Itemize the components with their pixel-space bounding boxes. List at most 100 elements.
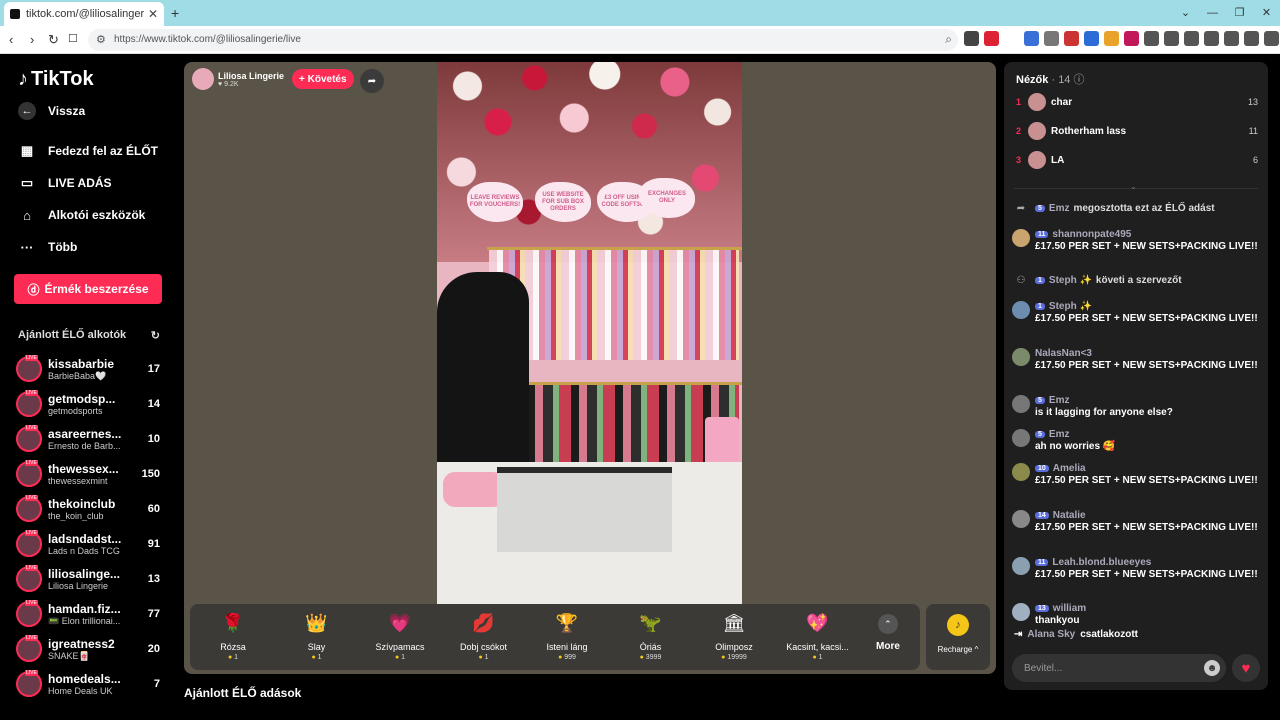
new-tab-button[interactable]: + [171, 5, 179, 21]
recharge-button[interactable]: ♪ Recharge ^ [926, 604, 990, 670]
creator-avatar[interactable]: LIVE [16, 495, 42, 522]
chat-username[interactable]: Emz [1049, 395, 1070, 406]
creator-name[interactable]: asareernes... [48, 427, 144, 441]
hls-extension-icon[interactable] [1064, 31, 1079, 46]
chat-username[interactable]: Amelia [1053, 463, 1086, 474]
chat-avatar[interactable] [1012, 429, 1030, 447]
top-viewer-row[interactable]: 2 Rotherham lass 11 [1016, 120, 1258, 142]
sidebar-toggle-icon[interactable] [1184, 31, 1199, 46]
gift-item[interactable]: 🌹 Rózsa 1 [194, 608, 272, 661]
top-viewer-row[interactable]: 3 LA 6 [1016, 149, 1258, 171]
creator-avatar[interactable]: LIVE [16, 390, 42, 417]
reload-button[interactable]: ↻ [48, 32, 59, 48]
wallet-extension-icon[interactable] [1204, 31, 1219, 46]
chat-avatar[interactable] [1012, 557, 1030, 575]
viewer-name[interactable]: char [1051, 97, 1248, 108]
creator-name[interactable]: liliosalinge... [48, 567, 144, 581]
zoom-icon[interactable]: ⌕ [945, 32, 952, 47]
creator-name[interactable]: getmodsp... [48, 392, 144, 406]
forward-button[interactable]: › [30, 32, 34, 47]
nav-explore-live[interactable]: ▦ Fedezd fel az ÉLŐT [18, 142, 158, 160]
chat-avatar[interactable] [1012, 229, 1030, 247]
browser-tab[interactable]: tiktok.com/@liliosalingerie/li ✕ [4, 2, 164, 26]
viewer-avatar[interactable] [1028, 122, 1046, 140]
chat-avatar[interactable] [1012, 463, 1030, 481]
u-extension-icon[interactable] [1124, 31, 1139, 46]
share-icon[interactable]: ➦ [360, 69, 384, 93]
nav-creator-tools[interactable]: ⌂ Alkotói eszközök [18, 206, 145, 224]
creator-avatar[interactable]: LIVE [16, 355, 42, 382]
more-gifts-button[interactable]: ⌃ More [876, 614, 900, 652]
bookmark-icon[interactable]: ☐ [68, 32, 78, 45]
tools-extension-icon[interactable] [1044, 31, 1059, 46]
nav-live-stream[interactable]: ▭ LIVE ADÁS [18, 174, 112, 192]
creator-name[interactable]: thewessex... [48, 462, 138, 476]
site-info-icon[interactable]: ⚙ [96, 33, 106, 46]
chat-username[interactable]: Emz [1049, 203, 1070, 214]
creator-avatar[interactable]: LIVE [16, 670, 42, 697]
follow-button[interactable]: + Követés [292, 69, 354, 89]
nav-more[interactable]: ··· Több [18, 238, 78, 256]
window-dropdown-icon[interactable]: ⌄ [1172, 0, 1199, 26]
gift-item[interactable]: 💋 Dobj csókot 1 [445, 608, 523, 661]
heart-like-button[interactable]: ♥ [1232, 654, 1260, 682]
chat-avatar[interactable] [1012, 510, 1030, 528]
back-link[interactable]: ← Vissza [18, 102, 85, 120]
chat-username[interactable]: Steph ✨ [1049, 275, 1092, 286]
recommended-creator-item[interactable]: LIVE hamdan.fiz... 📟 Elon trillionai... 77 [16, 598, 160, 630]
creator-avatar[interactable]: LIVE [16, 600, 42, 627]
restore-button[interactable]: ❐ [1226, 0, 1253, 26]
chat-avatar[interactable] [1012, 348, 1030, 366]
chat-username[interactable]: NalasNan<3 [1035, 348, 1092, 359]
join-username[interactable]: Alana Sky [1027, 629, 1075, 640]
creator-name[interactable]: hamdan.fiz... [48, 602, 144, 616]
get-coins-button[interactable]: ⓓ Érmék beszerzése [14, 274, 162, 304]
back-button[interactable]: ‹ [9, 32, 13, 47]
creator-avatar[interactable]: LIVE [16, 565, 42, 592]
chat-username[interactable]: william [1053, 603, 1086, 614]
gift-item[interactable]: 👑 Slay 1 [278, 608, 356, 661]
shield-extension-icon[interactable] [964, 31, 979, 46]
viewer-avatar[interactable] [1028, 151, 1046, 169]
host-info[interactable]: Liliosa Lingerie ♥ 9.2K + Követés [192, 68, 354, 90]
recommended-creator-item[interactable]: LIVE thewessex... thewessexmint 150 [16, 458, 160, 490]
top-viewer-row[interactable]: 1 char 13 [1016, 91, 1258, 113]
chat-username[interactable]: Steph ✨ [1049, 301, 1092, 312]
viewer-name[interactable]: Rotherham lass [1051, 126, 1249, 137]
chat-avatar[interactable] [1012, 603, 1030, 621]
viewer-avatar[interactable] [1028, 93, 1046, 111]
host-name[interactable]: Liliosa Lingerie [218, 71, 284, 81]
translate-extension-icon[interactable] [1024, 31, 1039, 46]
creator-avatar[interactable]: LIVE [16, 425, 42, 452]
host-avatar[interactable] [192, 68, 214, 90]
recommended-creator-item[interactable]: LIVE liliosalinge... Liliosa Lingerie 13 [16, 563, 160, 595]
chat-username[interactable]: Emz [1049, 429, 1070, 440]
viewer-name[interactable]: LA [1051, 155, 1253, 166]
chat-username[interactable]: Leah.blond.blueeyes [1052, 557, 1151, 568]
recommended-creator-item[interactable]: LIVE thekoinclub the_koin_club 60 [16, 493, 160, 525]
music-extension-icon[interactable] [1144, 31, 1159, 46]
warning-extension-icon[interactable] [984, 31, 999, 46]
gift-item[interactable]: 💗 Szívpamacs 1 [361, 608, 439, 661]
recommended-creator-item[interactable]: LIVE getmodsp... getmodsports 14 [16, 388, 160, 420]
vpn-extension-icon[interactable] [1244, 31, 1259, 46]
creator-name[interactable]: homedeals... [48, 672, 150, 686]
color-extension-icon[interactable] [1104, 31, 1119, 46]
menu-icon[interactable] [1264, 31, 1279, 46]
gift-item[interactable]: 💖 Kacsint, kacsi... 1 [779, 608, 857, 661]
live-video[interactable]: LEAVE REVIEWS FOR VOUCHERS! USE WEBSITE … [437, 62, 742, 604]
chevron-down-icon[interactable]: ⌄ [1130, 182, 1137, 191]
minimize-button[interactable]: — [1199, 0, 1226, 26]
chat-username[interactable]: shannonpate495 [1052, 229, 1131, 240]
recommended-creator-item[interactable]: LIVE kissabarbie BarbieBaba🤍 17 [16, 353, 160, 385]
refresh-icon[interactable]: ↻ [151, 329, 160, 342]
chat-username[interactable]: Natalie [1053, 510, 1086, 521]
creator-name[interactable]: kissabarbie [48, 357, 144, 371]
creator-avatar[interactable]: LIVE [16, 460, 42, 487]
emoji-icon[interactable]: ☻ [1204, 660, 1220, 676]
creator-avatar[interactable]: LIVE [16, 530, 42, 557]
recommended-creator-item[interactable]: LIVE igreatness2 SNAKE🀄 20 [16, 633, 160, 665]
recommended-creator-item[interactable]: LIVE homedeals... Home Deals UK 7 [16, 668, 160, 700]
tiktok-logo[interactable]: ♪ TikTok [18, 68, 94, 91]
creator-avatar[interactable]: LIVE [16, 635, 42, 662]
